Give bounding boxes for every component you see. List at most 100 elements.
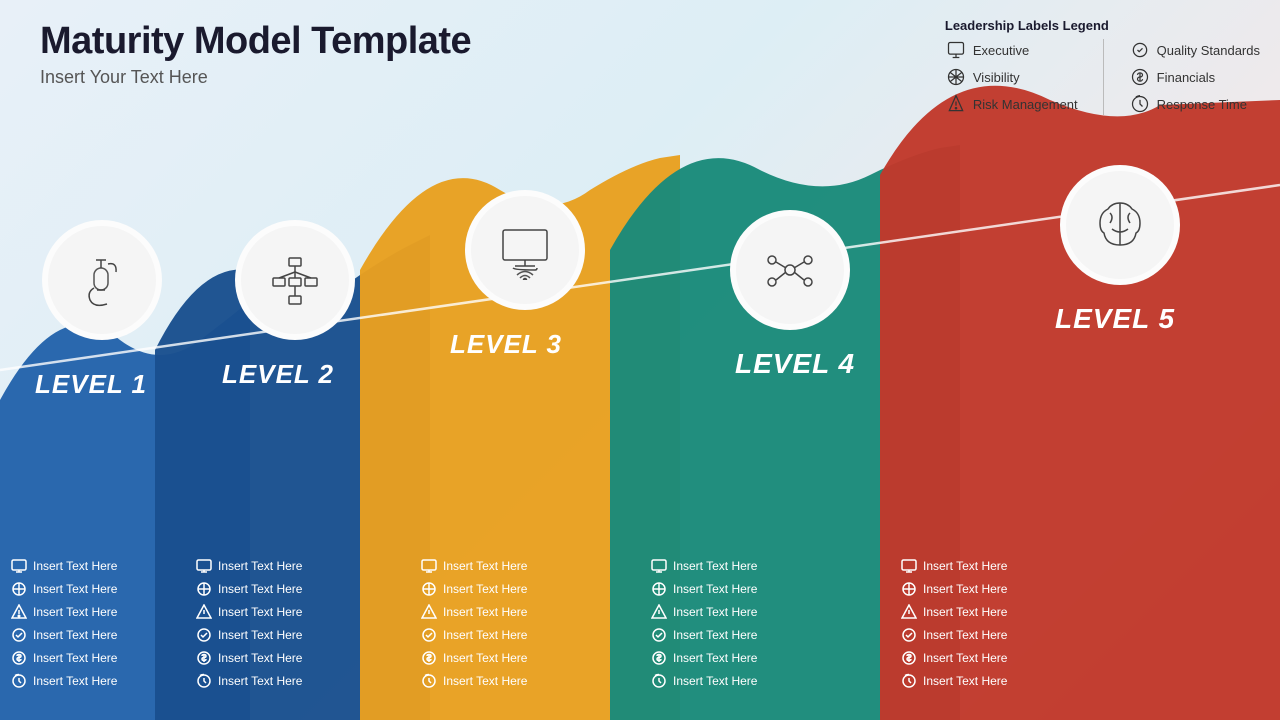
resp-icon-4 xyxy=(650,672,668,690)
exec-icon-5 xyxy=(900,557,918,575)
legend-item-executive: Executive xyxy=(945,39,1078,61)
qual-icon-3 xyxy=(420,626,438,644)
level-1-item-2: Insert Text Here xyxy=(10,580,117,598)
vis-icon-3 xyxy=(420,580,438,598)
legend-item-quality: Quality Standards xyxy=(1129,39,1260,61)
level-4-label: LEVEL 4 xyxy=(735,348,855,380)
risk-icon-1 xyxy=(10,603,28,621)
exec-icon-3 xyxy=(420,557,438,575)
legend-item-financials: Financials xyxy=(1129,66,1260,88)
fin-icon-4 xyxy=(650,649,668,667)
resp-icon-1 xyxy=(10,672,28,690)
legend-title: Leadership Labels Legend xyxy=(945,18,1260,33)
legend-divider xyxy=(1103,39,1104,115)
level-5-item-1: Insert Text Here xyxy=(900,557,1007,575)
legend-right-col: Quality Standards Financials xyxy=(1129,39,1260,115)
level-3-item-4: Insert Text Here xyxy=(420,626,527,644)
level-3-label: LEVEL 3 xyxy=(450,329,562,360)
exec-icon-2 xyxy=(195,557,213,575)
vis-icon-4 xyxy=(650,580,668,598)
resp-icon-3 xyxy=(420,672,438,690)
legend-risk-label: Risk Management xyxy=(973,97,1078,112)
level-1-items: Insert Text Here Insert Text Here Insert… xyxy=(10,557,117,690)
legend-quality-label: Quality Standards xyxy=(1157,43,1260,58)
level-4-item-6: Insert Text Here xyxy=(650,672,757,690)
vis-icon-1 xyxy=(10,580,28,598)
level-4-item-2: Insert Text Here xyxy=(650,580,757,598)
qual-icon-5 xyxy=(900,626,918,644)
level-4-item-1: Insert Text Here xyxy=(650,557,757,575)
level-1-item-3: Insert Text Here xyxy=(10,603,117,621)
level-2-item-6: Insert Text Here xyxy=(195,672,302,690)
level-1-item-5: Insert Text Here xyxy=(10,649,117,667)
response-icon xyxy=(1129,93,1151,115)
resp-icon-2 xyxy=(195,672,213,690)
level-2-item-5: Insert Text Here xyxy=(195,649,302,667)
level-3-item-3: Insert Text Here xyxy=(420,603,527,621)
resp-icon-5 xyxy=(900,672,918,690)
fin-icon-1 xyxy=(10,649,28,667)
page-title: Maturity Model Template xyxy=(40,20,471,63)
legend-financials-label: Financials xyxy=(1157,70,1216,85)
level-5-item-2: Insert Text Here xyxy=(900,580,1007,598)
risk-icon-4 xyxy=(650,603,668,621)
fin-icon-5 xyxy=(900,649,918,667)
level-1-item-4: Insert Text Here xyxy=(10,626,117,644)
exec-icon-4 xyxy=(650,557,668,575)
level-2-items: Insert Text Here Insert Text Here Insert… xyxy=(195,557,302,690)
financials-icon xyxy=(1129,66,1151,88)
qual-icon-2 xyxy=(195,626,213,644)
level-4-item-5: Insert Text Here xyxy=(650,649,757,667)
fin-icon-2 xyxy=(195,649,213,667)
level-3-items: Insert Text Here Insert Text Here Insert… xyxy=(420,557,527,690)
level-2-label: LEVEL 2 xyxy=(222,359,334,390)
level-4-item-4: Insert Text Here xyxy=(650,626,757,644)
qual-icon-1 xyxy=(10,626,28,644)
level-3-item-2: Insert Text Here xyxy=(420,580,527,598)
level-5-item-4: Insert Text Here xyxy=(900,626,1007,644)
level-5-item-3: Insert Text Here xyxy=(900,603,1007,621)
level-1-circle xyxy=(42,220,162,340)
level-5-item-5: Insert Text Here xyxy=(900,649,1007,667)
legend-visibility-label: Visibility xyxy=(973,70,1020,85)
legend-response-label: Response Time xyxy=(1157,97,1247,112)
level-1-item-1: Insert Text Here xyxy=(10,557,117,575)
level-5-label: LEVEL 5 xyxy=(1055,303,1175,335)
legend-item-risk: Risk Management xyxy=(945,93,1078,115)
level-2-circle xyxy=(235,220,355,340)
risk-icon-3 xyxy=(420,603,438,621)
visibility-icon xyxy=(945,66,967,88)
level-2-item-4: Insert Text Here xyxy=(195,626,302,644)
level-1-label: LEVEL 1 xyxy=(35,369,147,400)
level-2-item-2: Insert Text Here xyxy=(195,580,302,598)
level-4-circle xyxy=(730,210,850,330)
level-5-circle xyxy=(1060,165,1180,285)
level-2-item-3: Insert Text Here xyxy=(195,603,302,621)
legend-left-col: Executive Visibility xyxy=(945,39,1078,115)
level-2-item-1: Insert Text Here xyxy=(195,557,302,575)
fin-icon-3 xyxy=(420,649,438,667)
header: Maturity Model Template Insert Your Text… xyxy=(40,20,471,88)
legend-item-visibility: Visibility xyxy=(945,66,1078,88)
level-5-items: Insert Text Here Insert Text Here Insert… xyxy=(900,557,1007,690)
legend-executive-label: Executive xyxy=(973,43,1029,58)
risk-icon-5 xyxy=(900,603,918,621)
quality-icon xyxy=(1129,39,1151,61)
page-subtitle: Insert Your Text Here xyxy=(40,67,471,88)
level-3-item-5: Insert Text Here xyxy=(420,649,527,667)
level-5-item-6: Insert Text Here xyxy=(900,672,1007,690)
vis-icon-5 xyxy=(900,580,918,598)
level-4-items: Insert Text Here Insert Text Here Insert… xyxy=(650,557,757,690)
legend-container: Leadership Labels Legend Executive xyxy=(945,18,1260,115)
exec-icon-1 xyxy=(10,557,28,575)
risk-icon xyxy=(945,93,967,115)
level-3-item-1: Insert Text Here xyxy=(420,557,527,575)
level-1-item-6: Insert Text Here xyxy=(10,672,117,690)
vis-icon-2 xyxy=(195,580,213,598)
qual-icon-4 xyxy=(650,626,668,644)
level-4-item-3: Insert Text Here xyxy=(650,603,757,621)
executive-icon xyxy=(945,39,967,61)
risk-icon-2 xyxy=(195,603,213,621)
level-3-circle xyxy=(465,190,585,310)
legend: Leadership Labels Legend Executive xyxy=(945,18,1260,115)
